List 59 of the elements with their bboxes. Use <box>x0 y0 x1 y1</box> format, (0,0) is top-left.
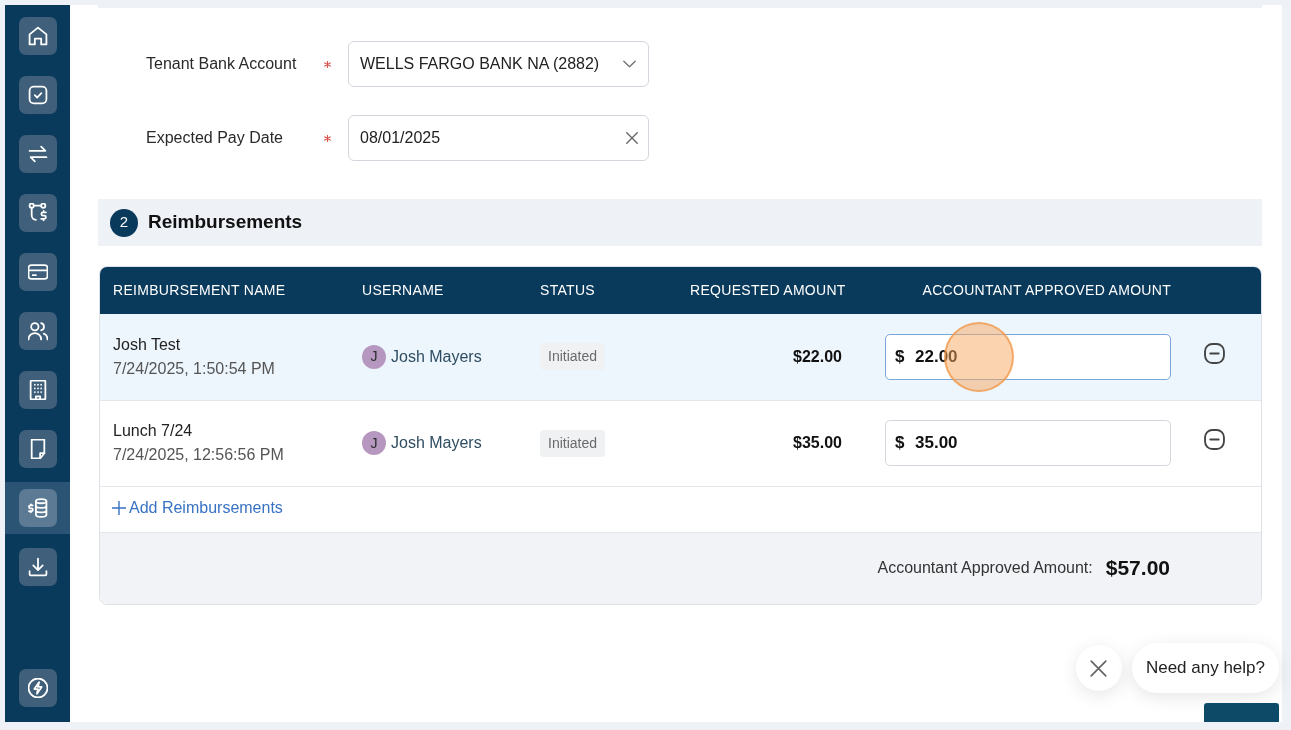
column-header: ACCOUNTANT APPROVED AMOUNT <box>854 267 1186 314</box>
username: Josh Mayers <box>391 433 482 453</box>
nav-button[interactable] <box>18 371 57 409</box>
bank-account-select[interactable]: WELLS FARGO BANK NA (2882) <box>348 41 649 87</box>
home-icon <box>27 26 48 46</box>
nav-button[interactable] <box>18 489 57 527</box>
lightning-icon <box>27 678 48 698</box>
nav-button[interactable] <box>18 194 57 232</box>
nav-button[interactable] <box>18 430 57 468</box>
requested-amount: $35.00 <box>793 434 842 451</box>
status-tag: Initiated <box>540 343 606 371</box>
user-avatar: J <box>362 431 386 455</box>
remove-button[interactable] <box>1203 428 1226 451</box>
date-input[interactable]: 08/01/2025 <box>348 115 649 161</box>
reimbursement-date: 7/24/2025, 1:50:54 PM <box>113 358 276 379</box>
credit-card-icon <box>27 262 48 282</box>
coins-dollar-icon <box>27 498 48 518</box>
currency-symbol: $ <box>895 345 905 368</box>
chevron-down-icon <box>623 60 636 68</box>
close-button[interactable] <box>1075 645 1122 691</box>
minus-icon <box>1204 343 1225 364</box>
column-header: REIMBURSEMENT NAME <box>100 267 350 314</box>
building-icon <box>27 380 48 400</box>
requested-amount: $22.00 <box>793 347 842 365</box>
step-number: 2 <box>110 208 138 237</box>
nav-button[interactable] <box>18 253 57 291</box>
username: Josh Mayers <box>391 346 482 367</box>
swap-arrows-icon <box>27 144 48 164</box>
column-header: USERNAME <box>350 267 528 314</box>
status-tag: Initiated <box>540 429 606 457</box>
field-label: Tenant Bank Account <box>146 54 298 74</box>
help-message[interactable]: Need any help? <box>1131 643 1279 693</box>
nav-button[interactable] <box>18 17 57 55</box>
nav-button[interactable] <box>18 76 57 114</box>
column-header: STATUS <box>528 267 678 314</box>
plus-icon <box>112 501 126 515</box>
total-amount: $57.00 <box>1105 555 1170 582</box>
check-square-icon <box>27 85 48 105</box>
nav-button[interactable] <box>18 135 57 173</box>
minus-icon <box>1204 429 1225 451</box>
section-title: Reimbursements <box>148 210 303 235</box>
nav-button[interactable] <box>18 669 57 707</box>
user-avatar: J <box>362 344 386 369</box>
close-icon <box>1090 659 1108 677</box>
total-label: Accountant Approved Amount: <box>877 558 1093 578</box>
nav-button[interactable] <box>18 548 57 586</box>
reimbursement-name: Josh Test <box>113 334 182 355</box>
currency-symbol: $ <box>895 432 905 454</box>
nav-button[interactable] <box>18 312 57 350</box>
column-header: REQUESTED AMOUNT <box>678 267 854 314</box>
close-icon[interactable] <box>626 132 638 144</box>
download-icon <box>27 557 48 577</box>
reimbursement-name: Lunch 7/24 <box>113 421 194 441</box>
reimbursement-date: 7/24/2025, 12:56:56 PM <box>113 445 285 465</box>
users-icon <box>27 321 48 341</box>
field-label: Expected Pay Date <box>146 128 284 148</box>
remove-button[interactable] <box>1203 342 1226 365</box>
route-dollar-icon <box>27 203 48 223</box>
add-reimbursements-link[interactable]: Add Reimbursements <box>112 496 283 520</box>
